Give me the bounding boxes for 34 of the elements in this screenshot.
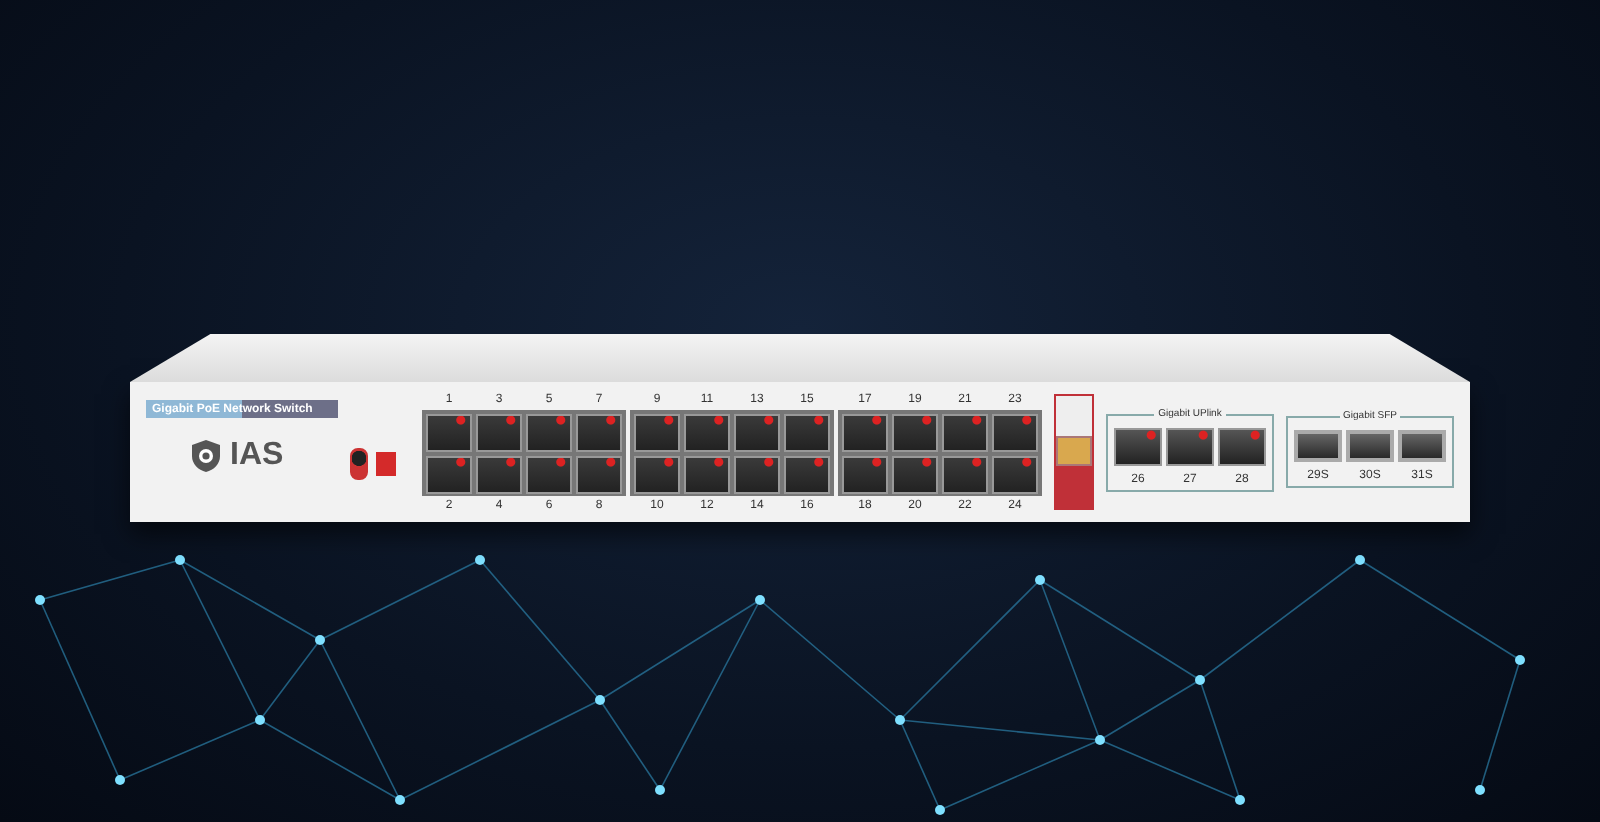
ethernet-port[interactable]: [734, 413, 780, 451]
ethernet-port[interactable]: [734, 455, 780, 493]
ethernet-port[interactable]: [476, 413, 522, 451]
ethernet-port[interactable]: [784, 413, 830, 451]
ethernet-port[interactable]: [842, 455, 888, 493]
uplink-port[interactable]: [1114, 427, 1162, 465]
ethernet-port[interactable]: [426, 455, 472, 493]
ethernet-port[interactable]: [784, 455, 830, 493]
ethernet-port[interactable]: [576, 455, 622, 493]
ethernet-port[interactable]: [526, 413, 572, 451]
ethernet-port[interactable]: [992, 455, 1038, 493]
sfp-port[interactable]: [1346, 430, 1394, 462]
shield-logo-icon: [190, 438, 222, 474]
sfp-port[interactable]: [1294, 430, 1342, 462]
ethernet-port[interactable]: [992, 413, 1038, 451]
ethernet-port[interactable]: [576, 413, 622, 451]
sfp-port[interactable]: [1398, 430, 1446, 462]
uplink-port[interactable]: [1166, 427, 1214, 465]
dip-panel: [375, 452, 396, 476]
brand-name: IAS: [230, 438, 284, 474]
uplink-port[interactable]: [1218, 427, 1266, 465]
reset-button[interactable]: [349, 448, 368, 480]
ethernet-port[interactable]: [634, 413, 680, 451]
ethernet-port[interactable]: [942, 455, 988, 493]
ethernet-port[interactable]: [892, 413, 938, 451]
ethernet-port[interactable]: [892, 455, 938, 493]
ethernet-port[interactable]: [684, 455, 730, 493]
ethernet-port[interactable]: [684, 413, 730, 451]
ethernet-port[interactable]: [526, 455, 572, 493]
ethernet-port[interactable]: [842, 413, 888, 451]
ethernet-port[interactable]: [634, 455, 680, 493]
ethernet-port[interactable]: [942, 413, 988, 451]
ethernet-port[interactable]: [426, 413, 472, 451]
ethernet-port[interactable]: [476, 455, 522, 493]
